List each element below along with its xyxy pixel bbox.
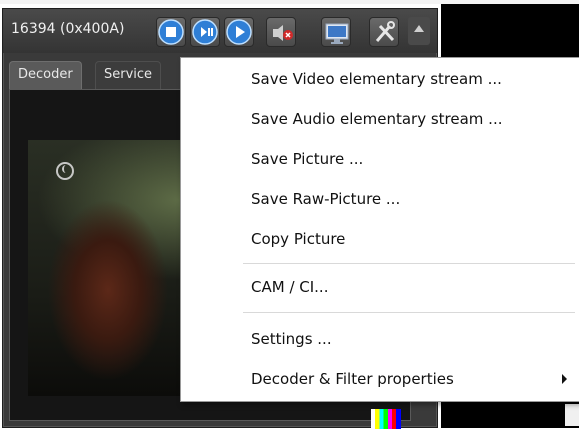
play-icon: [226, 19, 252, 45]
stop-button[interactable]: [156, 17, 186, 47]
display-icon: [325, 23, 349, 44]
tab-decoder[interactable]: Decoder: [9, 61, 82, 89]
menu-separator: [243, 263, 575, 264]
mute-button[interactable]: [266, 17, 296, 47]
menu-item-save-raw-picture[interactable]: Save Raw-Picture ...: [251, 184, 400, 214]
channel-id-label: 16394 (0x400A): [11, 21, 125, 37]
player-toolbar: 16394 (0x400A): [3, 9, 437, 53]
channel-logo-icon: [56, 162, 74, 180]
mute-icon: [273, 25, 293, 41]
display-button[interactable]: [321, 17, 351, 47]
play-button[interactable]: [224, 17, 254, 47]
stop-icon: [158, 19, 184, 45]
tools-button[interactable]: [369, 17, 399, 47]
pause-icon: [192, 19, 218, 45]
menu-item-decoder-filter-properties[interactable]: Decoder & Filter properties: [251, 364, 454, 394]
context-menu: Save Video elementary stream ... Save Au…: [180, 57, 579, 402]
menu-item-save-picture[interactable]: Save Picture ...: [251, 144, 363, 174]
tools-icon: [375, 21, 395, 42]
color-bars-icon: [371, 409, 401, 429]
menu-item-save-audio-stream[interactable]: Save Audio elementary stream ...: [251, 104, 502, 134]
menu-item-save-video-stream[interactable]: Save Video elementary stream ...: [251, 64, 502, 94]
menu-item-settings[interactable]: Settings ...: [251, 324, 332, 354]
scroll-up-arrow-icon[interactable]: [408, 17, 430, 45]
pause-button[interactable]: [190, 17, 220, 47]
menu-separator: [243, 312, 575, 313]
menu-item-copy-picture[interactable]: Copy Picture: [251, 224, 345, 254]
right-scrollbar[interactable]: [565, 404, 579, 426]
menu-item-cam-ci[interactable]: CAM / CI...: [251, 272, 328, 302]
app-window: 16394 (0x400A) Decoder Service Save Vide…: [0, 0, 579, 434]
tab-service[interactable]: Service: [95, 61, 162, 89]
submenu-arrow-icon: [562, 374, 567, 384]
